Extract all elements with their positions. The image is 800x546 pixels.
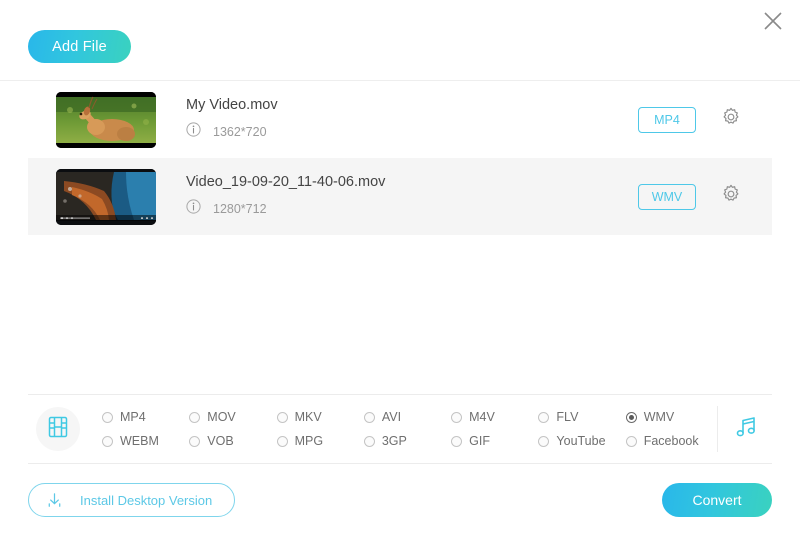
- radio-icon: [538, 435, 550, 447]
- format-option-m4v[interactable]: M4V: [451, 405, 538, 429]
- install-label: Install Desktop Version: [80, 492, 213, 508]
- format-option-youtube[interactable]: YouTube: [538, 429, 625, 453]
- format-label: MP4: [120, 410, 146, 424]
- install-desktop-version-button[interactable]: Install Desktop Version: [28, 483, 236, 517]
- video-format-tab[interactable]: [36, 407, 80, 451]
- format-label: MPG: [294, 434, 324, 448]
- radio-icon: [363, 411, 375, 423]
- format-option-vob[interactable]: VOB: [189, 429, 276, 453]
- format-options: MP4 MOV MKV AVI M4V FLV WMV WEBM VOB MPG…: [102, 405, 713, 453]
- file-list: My Video.mov 1362*720 MP4 Video_19-09-20…: [0, 80, 800, 235]
- radio-icon-selected: [625, 411, 637, 423]
- close-icon: [762, 10, 784, 32]
- convert-button[interactable]: Convert: [662, 483, 772, 517]
- format-option-facebook[interactable]: Facebook: [625, 429, 713, 453]
- file-info: My Video.mov 1362*720: [186, 97, 638, 142]
- gear-icon: [720, 183, 742, 210]
- info-icon: [186, 122, 201, 142]
- info-icon: [186, 199, 201, 219]
- format-label: VOB: [207, 434, 234, 448]
- radio-icon: [189, 435, 201, 447]
- audio-format-tab[interactable]: [720, 413, 772, 446]
- format-option-webm[interactable]: WEBM: [102, 429, 189, 453]
- radio-icon: [625, 435, 637, 447]
- format-option-3gp[interactable]: 3GP: [363, 429, 451, 453]
- format-label: Facebook: [643, 434, 699, 448]
- music-note-icon: [732, 413, 760, 446]
- radio-icon: [276, 435, 288, 447]
- format-label: GIF: [469, 434, 490, 448]
- format-option-wmv[interactable]: WMV: [625, 405, 713, 429]
- file-name: My Video.mov: [186, 97, 278, 113]
- close-window-button[interactable]: [756, 4, 790, 38]
- radio-icon: [102, 411, 113, 423]
- format-option-mkv[interactable]: MKV: [276, 405, 364, 429]
- radio-icon: [538, 411, 550, 423]
- output-format-badge[interactable]: WMV: [638, 183, 696, 210]
- file-settings-button[interactable]: [718, 184, 744, 210]
- radio-icon: [363, 435, 375, 447]
- format-option-mp4[interactable]: MP4: [102, 405, 189, 429]
- format-option-mov[interactable]: MOV: [189, 405, 276, 429]
- footer: Install Desktop Version Convert: [28, 482, 772, 518]
- format-option-flv[interactable]: FLV: [538, 405, 625, 429]
- radio-icon: [451, 411, 463, 423]
- file-info: Video_19-09-20_11-40-06.mov 1280*712: [186, 174, 638, 219]
- output-format-panel: MP4 MOV MKV AVI M4V FLV WMV WEBM VOB MPG…: [28, 394, 772, 464]
- format-label: YouTube: [556, 434, 606, 448]
- radio-icon: [451, 435, 463, 447]
- radio-icon: [189, 411, 201, 423]
- film-strip-icon: [45, 414, 71, 445]
- format-label: M4V: [469, 410, 495, 424]
- radio-icon: [276, 411, 288, 423]
- format-option-mpg[interactable]: MPG: [276, 429, 364, 453]
- format-option-avi[interactable]: AVI: [363, 405, 451, 429]
- table-row[interactable]: Video_19-09-20_11-40-06.mov 1280*712 WMV: [28, 158, 772, 235]
- download-icon: [45, 491, 64, 510]
- format-label: WMV: [643, 410, 675, 424]
- format-label: MOV: [207, 410, 236, 424]
- file-resolution: 1362*720: [213, 125, 267, 139]
- format-label: 3GP: [381, 434, 407, 448]
- format-label: WEBM: [120, 434, 159, 448]
- format-label: MKV: [294, 410, 322, 424]
- output-format-badge[interactable]: MP4: [638, 106, 696, 133]
- file-resolution: 1280*712: [213, 202, 267, 216]
- format-option-gif[interactable]: GIF: [451, 429, 538, 453]
- toolbar: Add File: [0, 0, 800, 63]
- divider: [717, 406, 718, 452]
- gear-icon: [720, 106, 742, 133]
- table-row[interactable]: My Video.mov 1362*720 MP4: [28, 81, 772, 158]
- add-file-button[interactable]: Add File: [28, 30, 131, 63]
- video-thumbnail[interactable]: [56, 168, 156, 225]
- radio-icon: [102, 435, 113, 447]
- file-name: Video_19-09-20_11-40-06.mov: [186, 174, 386, 190]
- file-settings-button[interactable]: [718, 107, 744, 133]
- format-label: AVI: [381, 410, 402, 424]
- video-thumbnail[interactable]: [56, 91, 156, 148]
- format-label: FLV: [556, 410, 579, 424]
